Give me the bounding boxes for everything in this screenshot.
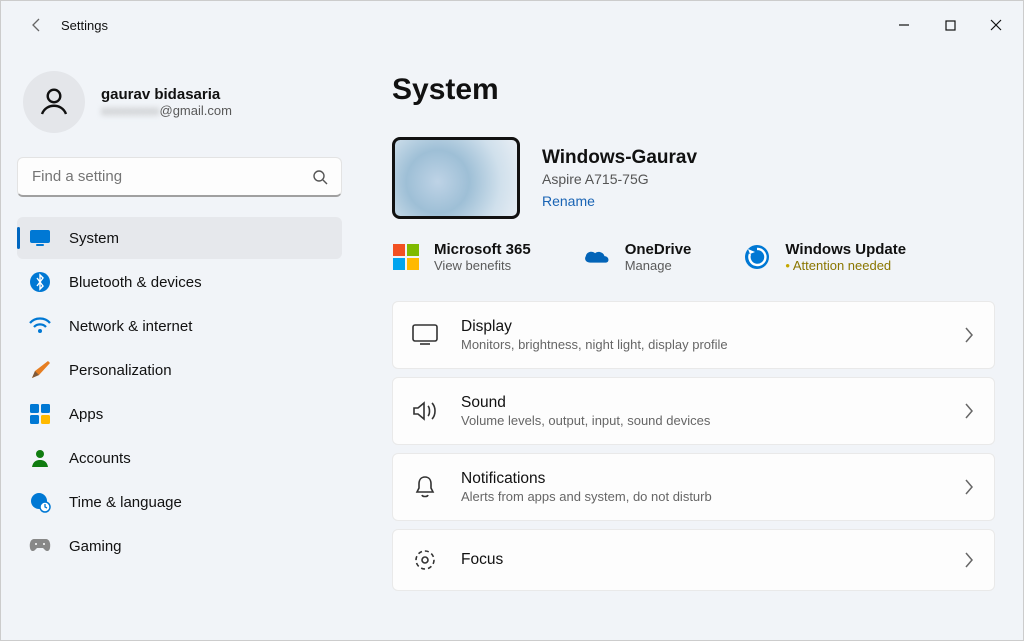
avatar: [23, 71, 85, 133]
search-box: [17, 157, 342, 197]
nav-accounts[interactable]: Accounts: [17, 437, 342, 479]
pill-title: Microsoft 365: [434, 241, 531, 258]
pill-sub: Manage: [625, 258, 692, 273]
pill-sub: View benefits: [434, 258, 531, 273]
sound-icon: [411, 397, 439, 425]
card-notifications[interactable]: Notifications Alerts from apps and syste…: [392, 453, 995, 521]
card-focus[interactable]: Focus: [392, 529, 995, 591]
pill-title: OneDrive: [625, 241, 692, 258]
device-thumbnail: [392, 137, 520, 219]
chevron-right-icon: [964, 479, 974, 495]
bluetooth-icon: [29, 271, 51, 293]
gamepad-icon: [29, 535, 51, 557]
card-title: Notifications: [461, 470, 712, 488]
card-display[interactable]: Display Monitors, brightness, night ligh…: [392, 301, 995, 369]
nav-time-language[interactable]: Time & language: [17, 481, 342, 523]
search-icon: [312, 169, 328, 185]
card-sub: Volume levels, output, input, sound devi…: [461, 413, 710, 428]
main: System Windows-Gaurav Aspire A715-75G Re…: [356, 49, 1023, 640]
user-email: xxxxxxxxx@gmail.com: [101, 103, 232, 118]
card-sound[interactable]: Sound Volume levels, output, input, soun…: [392, 377, 995, 445]
device-model: Aspire A715-75G: [542, 171, 697, 187]
nav-item-label: Network & internet: [69, 318, 192, 335]
service-pills: Microsoft 365 View benefits OneDrive Man…: [392, 241, 995, 273]
nav-system[interactable]: System: [17, 217, 342, 259]
user-block[interactable]: gaurav bidasaria xxxxxxxxx@gmail.com: [17, 57, 356, 157]
pill-title: Windows Update: [785, 241, 906, 258]
device-name: Windows-Gaurav: [542, 147, 697, 169]
minimize-button[interactable]: [881, 5, 927, 45]
onedrive-icon: [583, 243, 611, 271]
nav-item-label: Accounts: [69, 450, 131, 467]
card-title: Focus: [461, 551, 503, 569]
window-title: Settings: [61, 18, 108, 33]
globe-clock-icon: [29, 491, 51, 513]
rename-link[interactable]: Rename: [542, 193, 697, 209]
nav-personalization[interactable]: Personalization: [17, 349, 342, 391]
device-block: Windows-Gaurav Aspire A715-75G Rename: [392, 137, 995, 219]
brush-icon: [29, 359, 51, 381]
maximize-button[interactable]: [927, 5, 973, 45]
nav-item-label: Apps: [69, 406, 103, 423]
close-button[interactable]: [973, 5, 1019, 45]
bell-icon: [411, 473, 439, 501]
nav-item-label: Gaming: [69, 538, 122, 555]
apps-icon: [29, 403, 51, 425]
pill-sub: Attention needed: [785, 258, 906, 273]
user-name: gaurav bidasaria: [101, 86, 232, 103]
pill-microsoft365[interactable]: Microsoft 365 View benefits: [392, 241, 531, 273]
search-input[interactable]: [17, 157, 342, 197]
settings-cards: Display Monitors, brightness, night ligh…: [392, 301, 995, 591]
chevron-right-icon: [964, 552, 974, 568]
sidebar: gaurav bidasaria xxxxxxxxx@gmail.com Sys…: [1, 49, 356, 640]
system-icon: [29, 227, 51, 249]
nav-item-label: Bluetooth & devices: [69, 274, 202, 291]
pill-onedrive[interactable]: OneDrive Manage: [583, 241, 692, 273]
microsoft-icon: [392, 243, 420, 271]
nav: System Bluetooth & devices Network & int…: [17, 217, 342, 567]
chevron-right-icon: [964, 327, 974, 343]
page-title: System: [392, 73, 995, 107]
display-icon: [411, 321, 439, 349]
nav-apps[interactable]: Apps: [17, 393, 342, 435]
nav-item-label: Personalization: [69, 362, 172, 379]
wifi-icon: [29, 315, 51, 337]
nav-item-label: System: [69, 230, 119, 247]
card-sub: Alerts from apps and system, do not dist…: [461, 489, 712, 504]
nav-bluetooth[interactable]: Bluetooth & devices: [17, 261, 342, 303]
nav-gaming[interactable]: Gaming: [17, 525, 342, 567]
update-icon: [743, 243, 771, 271]
nav-network[interactable]: Network & internet: [17, 305, 342, 347]
person-icon: [29, 447, 51, 469]
window-controls: [881, 5, 1019, 45]
card-title: Display: [461, 318, 728, 336]
chevron-right-icon: [964, 403, 974, 419]
pill-windowsupdate[interactable]: Windows Update Attention needed: [743, 241, 906, 273]
nav-item-label: Time & language: [69, 494, 182, 511]
titlebar: Settings: [1, 1, 1023, 49]
card-sub: Monitors, brightness, night light, displ…: [461, 337, 728, 352]
card-title: Sound: [461, 394, 710, 412]
focus-icon: [411, 546, 439, 574]
back-button[interactable]: [17, 5, 57, 45]
